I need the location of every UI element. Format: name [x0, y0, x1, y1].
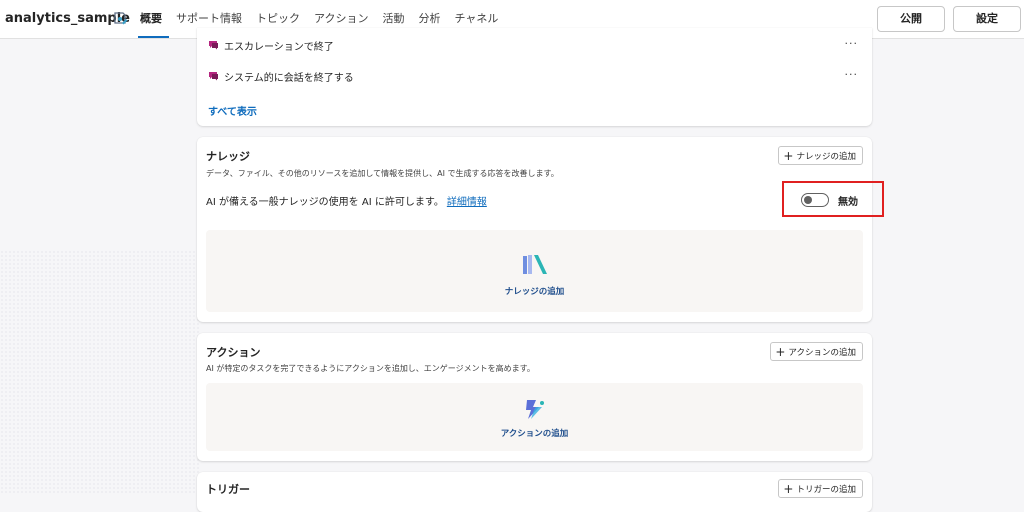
add-action-button[interactable]: + アクションの追加 — [770, 342, 863, 361]
general-knowledge-toggle[interactable] — [801, 193, 829, 207]
actions-card: アクション AI が特定のタスクを完了できるようにアクションを追加し、エンゲージ… — [197, 333, 872, 461]
plus-icon: + — [775, 344, 786, 359]
bot-edit-icon[interactable] — [111, 10, 129, 28]
chat-bubble-icon — [209, 41, 218, 50]
topic-label: エスカレーションで終了 — [224, 41, 334, 53]
publish-button[interactable]: 公開 — [877, 6, 945, 32]
knowledge-description: データ、ファイル、その他のリソースを追加して情報を提供し、AI で生成する応答を… — [206, 169, 559, 178]
add-action-label: アクションの追加 — [788, 347, 856, 358]
knowledge-books-icon — [522, 255, 547, 274]
add-knowledge-button[interactable]: + ナレッジの追加 — [778, 146, 863, 165]
plus-icon: + — [783, 148, 794, 163]
add-knowledge-area[interactable]: ナレッジの追加 — [206, 230, 863, 312]
triggers-title: トリガー — [206, 483, 250, 496]
add-action-area[interactable]: アクションの追加 — [206, 383, 863, 451]
chat-bubble-icon — [209, 72, 218, 81]
details-link[interactable]: 詳細情報 — [447, 197, 487, 208]
general-knowledge-label: AI が備える一般ナレッジの使用を AI に許可します。 — [206, 197, 444, 208]
show-all-link[interactable]: すべて表示 — [208, 103, 257, 118]
settings-button[interactable]: 設定 — [953, 6, 1021, 32]
knowledge-card: ナレッジ データ、ファイル、その他のリソースを追加して情報を提供し、AI で生成… — [197, 137, 884, 322]
topic-label: システム的に会話を終了する — [224, 72, 354, 84]
more-options-icon[interactable]: ··· — [845, 68, 859, 81]
topic-item[interactable]: システム的に会話を終了する — [208, 66, 354, 86]
topic-item[interactable]: エスカレーションで終了 — [208, 35, 334, 55]
knowledge-title: ナレッジ — [206, 150, 250, 163]
background-texture — [0, 250, 200, 493]
toggle-status-label: 無効 — [838, 197, 858, 208]
add-knowledge-empty-label: ナレッジの追加 — [504, 287, 565, 297]
highlight-box: 無効 — [782, 181, 884, 217]
tab-overview[interactable]: 概要 — [138, 0, 169, 38]
add-action-empty-label: アクションの追加 — [500, 429, 569, 439]
toggle-knob — [804, 196, 812, 204]
actions-title: アクション — [206, 346, 261, 359]
add-trigger-button[interactable]: + トリガーの追加 — [778, 479, 863, 498]
triggers-card: トリガー + トリガーの追加 — [197, 472, 872, 512]
more-options-icon[interactable]: ··· — [845, 37, 859, 50]
lightning-bolt-icon — [525, 400, 544, 419]
actions-description: AI が特定のタスクを完了できるようにアクションを追加し、エンゲージメントを高め… — [206, 364, 535, 373]
general-knowledge-text: AI が備える一般ナレッジの使用を AI に許可します。 詳細情報 — [206, 193, 487, 208]
topics-card: エスカレーションで終了 ··· システム的に会話を終了する ··· すべて表示 — [197, 28, 872, 126]
add-knowledge-label: ナレッジの追加 — [796, 151, 856, 162]
